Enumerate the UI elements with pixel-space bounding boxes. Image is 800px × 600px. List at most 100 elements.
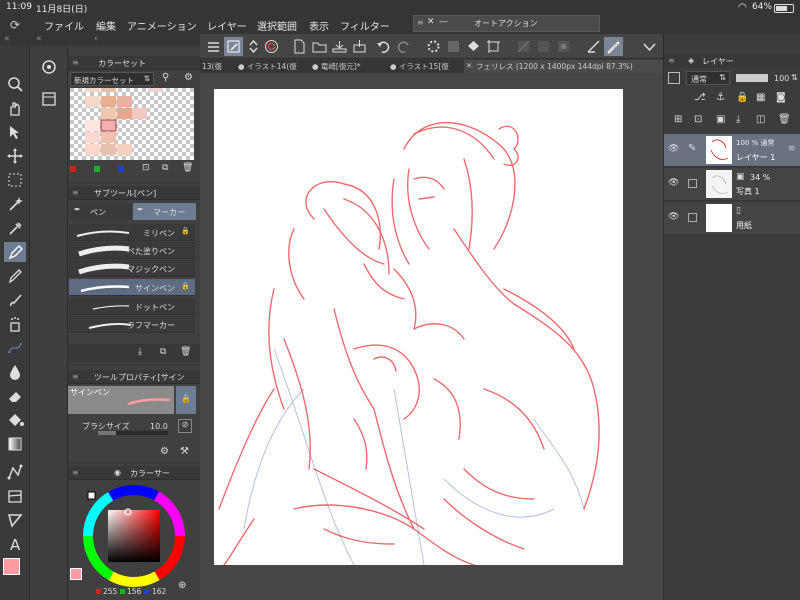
close-icon[interactable]: ✕ bbox=[466, 61, 472, 70]
frame-tool[interactable] bbox=[4, 486, 26, 506]
menu-animation[interactable]: アニメーション bbox=[127, 18, 197, 33]
opacity-slider[interactable] bbox=[736, 74, 768, 82]
figure-tool[interactable] bbox=[4, 462, 26, 482]
edit-mode-button[interactable] bbox=[224, 37, 243, 56]
layer-fill-icon[interactable] bbox=[534, 37, 553, 56]
layer-row-1[interactable]: 👁 ✎ 100 % 通常 レイヤー 1 ≡ bbox=[664, 134, 800, 167]
app-logo-icon[interactable]: ⟳ bbox=[10, 18, 20, 32]
menu-selection[interactable]: 選択範囲 bbox=[257, 18, 297, 33]
color-chip-red[interactable] bbox=[70, 166, 76, 172]
new-raster-layer-icon[interactable]: ⊞ bbox=[674, 114, 682, 125]
loading-icon[interactable] bbox=[424, 37, 443, 56]
brush-size-value[interactable]: 10.0 bbox=[150, 422, 168, 431]
open-folder-icon[interactable] bbox=[310, 37, 329, 56]
palette-icon[interactable]: ◉ bbox=[114, 468, 121, 477]
main-color-chip[interactable] bbox=[70, 568, 82, 580]
tab-active[interactable]: ✕ フェリレス (1200 x 1400px 144dpi 87.3%) bbox=[464, 60, 663, 73]
save-icon[interactable] bbox=[330, 37, 349, 56]
gradient-tool[interactable] bbox=[4, 434, 26, 454]
blend-mode-select[interactable]: 通常 ⇅ bbox=[686, 71, 730, 85]
replace-color-icon[interactable]: ⧉ bbox=[162, 163, 168, 173]
mask-toggle-icon[interactable]: ◙ bbox=[776, 92, 786, 103]
settings-wrench-icon[interactable]: ⚙ bbox=[160, 446, 169, 457]
navigator-icon[interactable] bbox=[40, 58, 58, 76]
main-color-swatch[interactable] bbox=[3, 558, 20, 575]
operation-tool[interactable] bbox=[4, 122, 26, 142]
pen-tool[interactable] bbox=[4, 242, 26, 262]
collapse-left-icon[interactable]: « bbox=[4, 34, 10, 44]
new-file-icon[interactable] bbox=[290, 37, 309, 56]
target-icon[interactable] bbox=[262, 37, 281, 56]
fill-selection-icon[interactable] bbox=[464, 37, 483, 56]
reference-icon[interactable]: ⚓ bbox=[716, 92, 725, 103]
zoom-tool[interactable] bbox=[4, 74, 26, 94]
menu-icon[interactable] bbox=[204, 37, 223, 56]
brush-item-rough[interactable]: ラフマーカー bbox=[69, 316, 195, 333]
clip-icon[interactable]: ⎇ bbox=[694, 92, 706, 103]
duplicate-icon[interactable]: ⧉ bbox=[160, 347, 166, 357]
export-icon[interactable] bbox=[350, 37, 369, 56]
drawing-canvas[interactable] bbox=[214, 89, 623, 565]
eye-icon[interactable]: 👁 bbox=[668, 178, 679, 188]
ruler-tool[interactable] bbox=[4, 510, 26, 530]
tab-doc-13[interactable]: 13(復 bbox=[202, 61, 222, 72]
brush-item-dot[interactable]: ドットペン bbox=[69, 298, 195, 315]
stabilizer-icon[interactable] bbox=[604, 37, 623, 56]
menu-filter[interactable]: フィルター bbox=[340, 18, 390, 33]
subtool-tab-pen[interactable]: ✒ ペン bbox=[70, 203, 132, 220]
brush-item-milli[interactable]: ミリペン 🔒 bbox=[69, 224, 195, 241]
color-wheel[interactable] bbox=[82, 484, 186, 588]
airbrush-tool[interactable] bbox=[4, 314, 26, 334]
layer-mask-icon[interactable]: ◫ bbox=[756, 114, 765, 125]
mask-icon[interactable] bbox=[554, 37, 573, 56]
material-icon[interactable] bbox=[40, 90, 58, 108]
delete-icon[interactable]: 🗑 bbox=[182, 163, 193, 173]
magic-wand-tool[interactable] bbox=[4, 194, 26, 214]
brush-item-sign[interactable]: サインペン 🔒 bbox=[69, 279, 195, 296]
color-chip-green[interactable] bbox=[94, 166, 100, 172]
layer-row-3[interactable]: 👁 ▯ 用紙 bbox=[664, 202, 800, 235]
lock-icon[interactable]: 🔒 bbox=[736, 92, 748, 103]
grip-icon[interactable]: ≡ bbox=[72, 468, 79, 477]
layer-checkbox[interactable] bbox=[688, 213, 697, 222]
chevron-left-icon[interactable]: ‹ bbox=[94, 34, 98, 44]
tab-doc-15[interactable]: ● イラスト15[復 bbox=[390, 61, 449, 72]
selection-tool[interactable] bbox=[4, 170, 26, 190]
copy-subtool-icon[interactable]: ⤓ bbox=[138, 347, 142, 357]
gear-icon[interactable]: ⚙ bbox=[184, 72, 193, 83]
grip-icon[interactable]: ≡ bbox=[668, 56, 675, 65]
delete-layer-icon[interactable]: 🗑 bbox=[778, 114, 791, 125]
ruler-snap-icon[interactable] bbox=[584, 37, 603, 56]
new-vector-layer-icon[interactable]: ⊡ bbox=[694, 114, 702, 125]
lock-toggle[interactable]: 🔒 bbox=[176, 386, 196, 414]
color-set-select[interactable]: 新規カラーセット ⇅ bbox=[70, 72, 154, 86]
menu-view[interactable]: 表示 bbox=[309, 18, 329, 33]
eye-icon[interactable]: 👁 bbox=[668, 212, 679, 222]
brush-item-magic[interactable]: マジックペン bbox=[69, 260, 195, 277]
layer-row-2[interactable]: 👁 ▣ 34 % 写真 1 bbox=[664, 168, 800, 201]
text-tool[interactable]: A bbox=[4, 534, 26, 554]
menu-layer[interactable]: レイヤー bbox=[207, 18, 247, 33]
subtool-tab-marker[interactable]: ✒ マーカー bbox=[133, 203, 196, 220]
new-folder-icon[interactable]: ▣ bbox=[716, 114, 725, 125]
grip-icon[interactable]: ≡ bbox=[72, 58, 79, 67]
eraser-tool[interactable] bbox=[4, 386, 26, 406]
chevron-down-icon[interactable] bbox=[640, 37, 659, 56]
menu-file[interactable]: ファイル bbox=[44, 18, 84, 33]
close-icon[interactable]: ✕ bbox=[427, 17, 435, 27]
grip-icon[interactable]: ≡ bbox=[417, 18, 424, 27]
menu-edit[interactable]: 編集 bbox=[96, 18, 116, 33]
tab-doc-ryuzaki[interactable]: ● 竜崎[復元]* bbox=[312, 61, 361, 72]
minimize-icon[interactable]: — bbox=[439, 17, 448, 27]
fill-tool[interactable] bbox=[4, 410, 26, 430]
color-mode-icon[interactable]: ⊕ bbox=[178, 580, 186, 591]
pencil-tool[interactable] bbox=[4, 266, 26, 286]
chevron-updown-icon[interactable]: ⇅ bbox=[791, 73, 798, 82]
brush-tool[interactable] bbox=[4, 290, 26, 310]
grip-icon[interactable]: ≡ bbox=[788, 144, 796, 154]
collapse-left-icon-2[interactable]: « bbox=[36, 34, 42, 44]
layer-color-icon[interactable] bbox=[668, 72, 680, 84]
move-tool[interactable] bbox=[4, 146, 26, 166]
pressure-icon[interactable]: ⊘ bbox=[178, 419, 192, 433]
redo-icon[interactable] bbox=[394, 37, 413, 56]
